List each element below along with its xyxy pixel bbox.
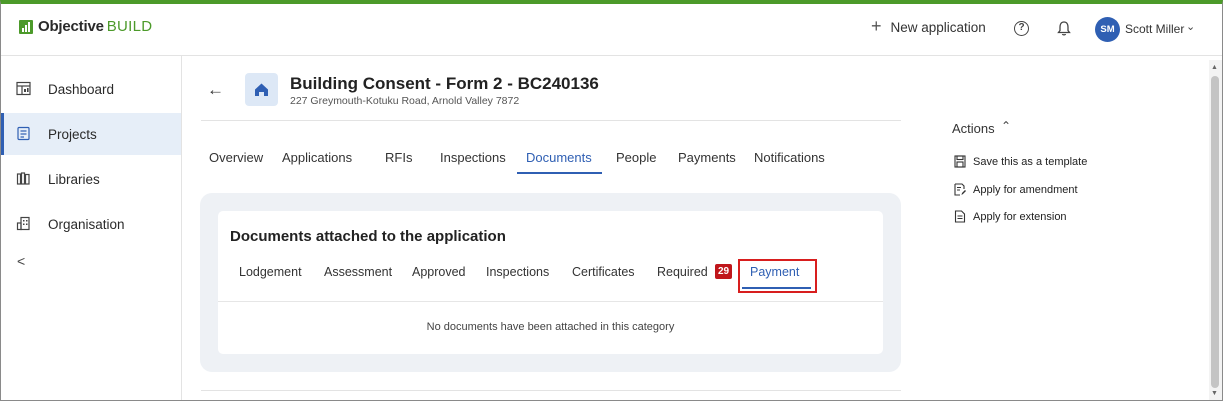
bell-icon[interactable]	[1056, 20, 1072, 37]
subtab-inspections[interactable]: Inspections	[486, 265, 549, 279]
user-name[interactable]: Scott Miller	[1125, 22, 1184, 36]
dashboard-icon	[16, 81, 31, 96]
action-label: Apply for amendment	[973, 183, 1078, 196]
brand-name-bold: Objective	[38, 18, 104, 35]
subtab-certificates[interactable]: Certificates	[572, 265, 635, 279]
sidebar-item-dashboard[interactable]: Dashboard	[1, 68, 181, 110]
divider	[218, 301, 883, 302]
brand-logo[interactable]: Objective BUILD	[19, 18, 152, 35]
new-application-button[interactable]: + New application	[871, 16, 986, 36]
edit-document-icon	[954, 183, 966, 196]
document-icon	[954, 210, 966, 223]
tab-payments[interactable]: Payments	[678, 150, 736, 165]
action-label: Apply for extension	[973, 210, 1067, 223]
organisation-icon	[16, 216, 30, 231]
save-as-template-action[interactable]: Save this as a template	[954, 155, 1087, 168]
tab-documents[interactable]: Documents	[526, 150, 592, 165]
sidebar-item-libraries[interactable]: Libraries	[1, 158, 181, 200]
subtab-lodgement[interactable]: Lodgement	[239, 265, 302, 279]
subtab-approved[interactable]: Approved	[412, 265, 466, 279]
active-tab-indicator	[517, 172, 602, 174]
application-address: 227 Greymouth-Kotuku Road, Arnold Valley…	[290, 95, 520, 107]
divider	[201, 390, 901, 391]
action-label: Save this as a template	[973, 155, 1088, 168]
sidebar-item-label: Dashboard	[48, 81, 115, 97]
brand-name-light: BUILD	[106, 18, 153, 35]
projects-icon	[17, 126, 30, 141]
required-count-badge: 29	[715, 264, 732, 279]
empty-state-message: No documents have been attached in this …	[426, 321, 675, 333]
tab-notifications[interactable]: Notifications	[754, 150, 825, 165]
question-circle-icon[interactable]: ?	[1014, 21, 1029, 36]
actions-heading[interactable]: Actions	[952, 121, 995, 136]
scroll-down-arrow-icon[interactable]: ▼	[1211, 390, 1218, 397]
scroll-up-arrow-icon[interactable]: ▲	[1211, 64, 1218, 71]
sidebar-item-label: Libraries	[48, 171, 100, 187]
sidebar-item-projects[interactable]: Projects	[1, 113, 181, 155]
subtab-required[interactable]: Required	[657, 265, 708, 279]
collapse-sidebar-icon[interactable]: <	[17, 253, 25, 269]
sidebar-item-label: Organisation	[48, 216, 125, 232]
chevron-down-icon[interactable]: ⌄	[1186, 20, 1195, 33]
apply-for-extension-action[interactable]: Apply for extension	[954, 210, 1067, 223]
divider	[201, 120, 901, 121]
page-title: Building Consent - Form 2 - BC240136	[290, 74, 599, 93]
scrollbar-thumb[interactable]	[1211, 76, 1219, 388]
tab-rfis[interactable]: RFIs	[385, 150, 412, 165]
sidebar-item-label: Projects	[48, 126, 97, 142]
documents-title: Documents attached to the application	[230, 228, 506, 245]
plus-icon: +	[871, 16, 882, 36]
new-application-label: New application	[890, 19, 986, 35]
save-icon	[954, 155, 966, 168]
subtab-payment[interactable]: Payment	[750, 265, 799, 279]
subtab-assessment[interactable]: Assessment	[324, 265, 392, 279]
top-header: Objective BUILD + New application ? SM S…	[1, 4, 1222, 56]
active-subtab-indicator	[742, 287, 811, 289]
sidebar-item-organisation[interactable]: Organisation	[1, 203, 181, 245]
back-arrow-icon[interactable]: ←	[207, 80, 224, 100]
logo-bars-icon	[19, 19, 33, 34]
tab-inspections[interactable]: Inspections	[440, 150, 506, 165]
tab-people[interactable]: People	[616, 150, 656, 165]
user-avatar[interactable]: SM	[1095, 17, 1120, 42]
tab-overview[interactable]: Overview	[209, 150, 263, 165]
chevron-up-icon[interactable]: ⌃	[1001, 119, 1011, 133]
home-icon	[245, 73, 278, 106]
tab-applications[interactable]: Applications	[282, 150, 352, 165]
sidebar: Dashboard Projects Libraries Organisatio…	[1, 56, 182, 400]
libraries-icon	[16, 172, 30, 185]
app-window: Objective BUILD + New application ? SM S…	[0, 0, 1223, 401]
apply-for-amendment-action[interactable]: Apply for amendment	[954, 183, 1078, 196]
